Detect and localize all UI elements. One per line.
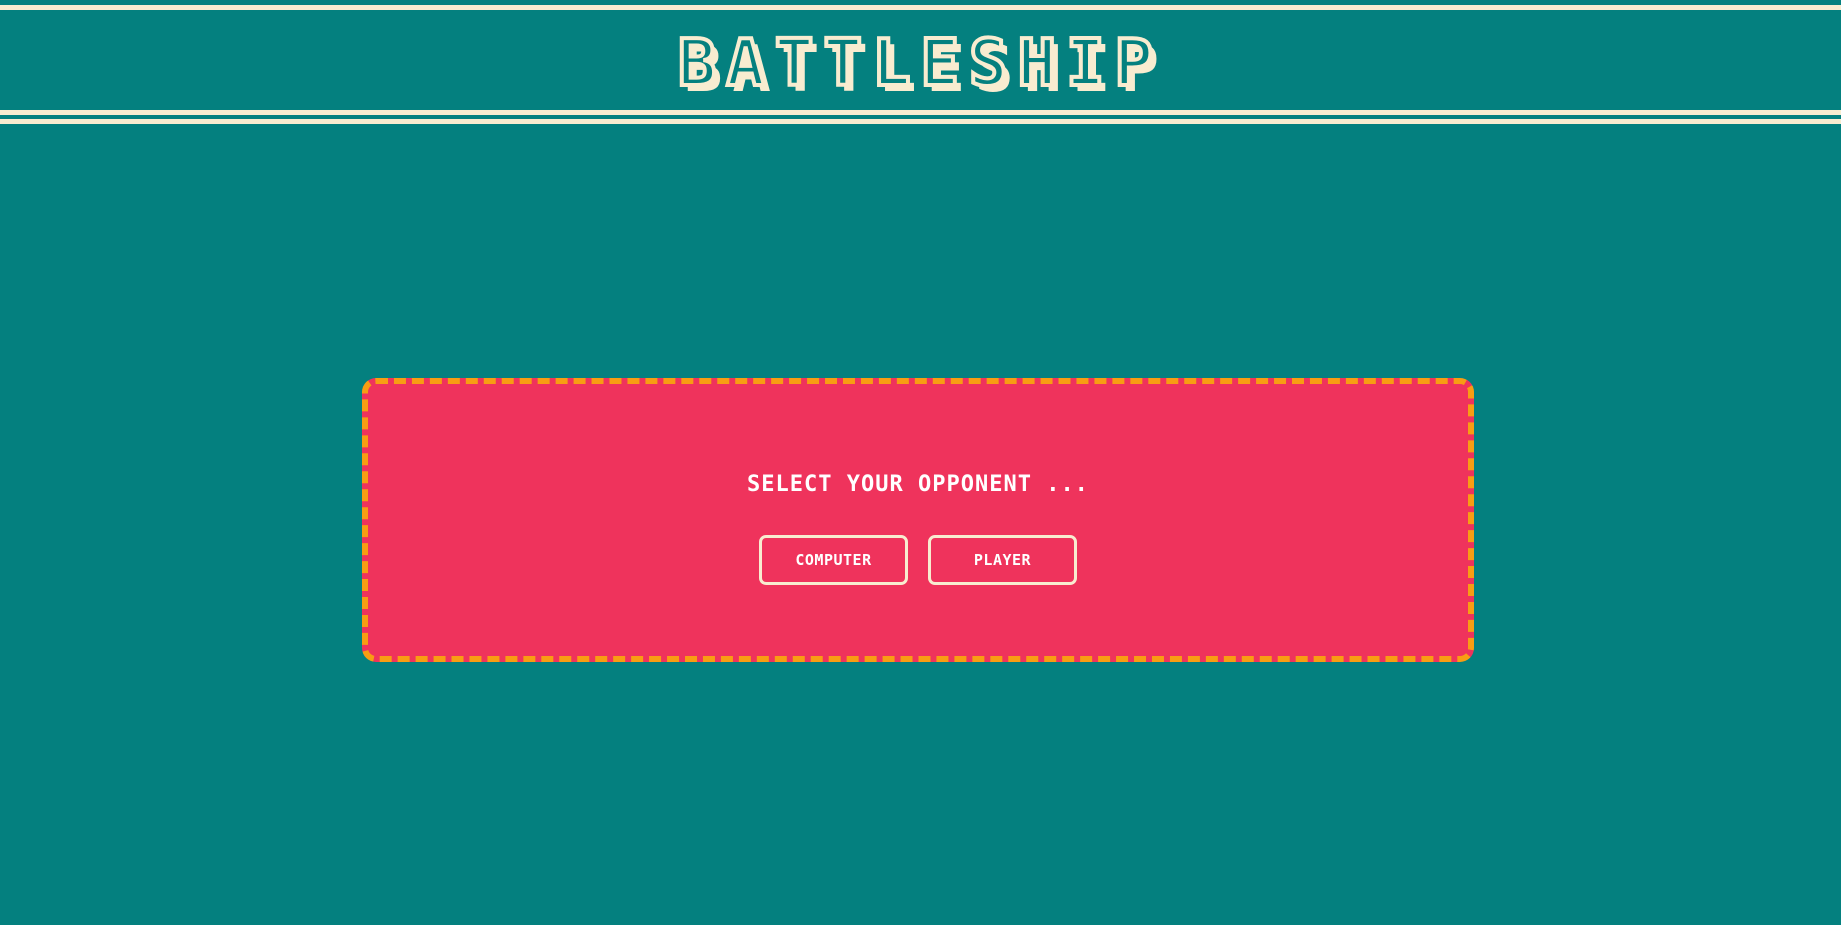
- opponent-button-row: COMPUTER PLAYER: [368, 535, 1468, 585]
- page-header: BATTLESHIP: [0, 0, 1841, 126]
- opponent-prompt: SELECT YOUR OPPONENT ...: [747, 472, 1089, 497]
- header-top-rule: [0, 5, 1841, 10]
- header-bottom-rule-2: [0, 119, 1841, 124]
- computer-button[interactable]: COMPUTER: [759, 535, 908, 585]
- header-bottom-rule: [0, 110, 1841, 115]
- game-title: BATTLESHIP: [676, 25, 1164, 103]
- player-button[interactable]: PLAYER: [928, 535, 1077, 585]
- opponent-select-dialog: SELECT YOUR OPPONENT ... COMPUTER PLAYER: [362, 378, 1474, 662]
